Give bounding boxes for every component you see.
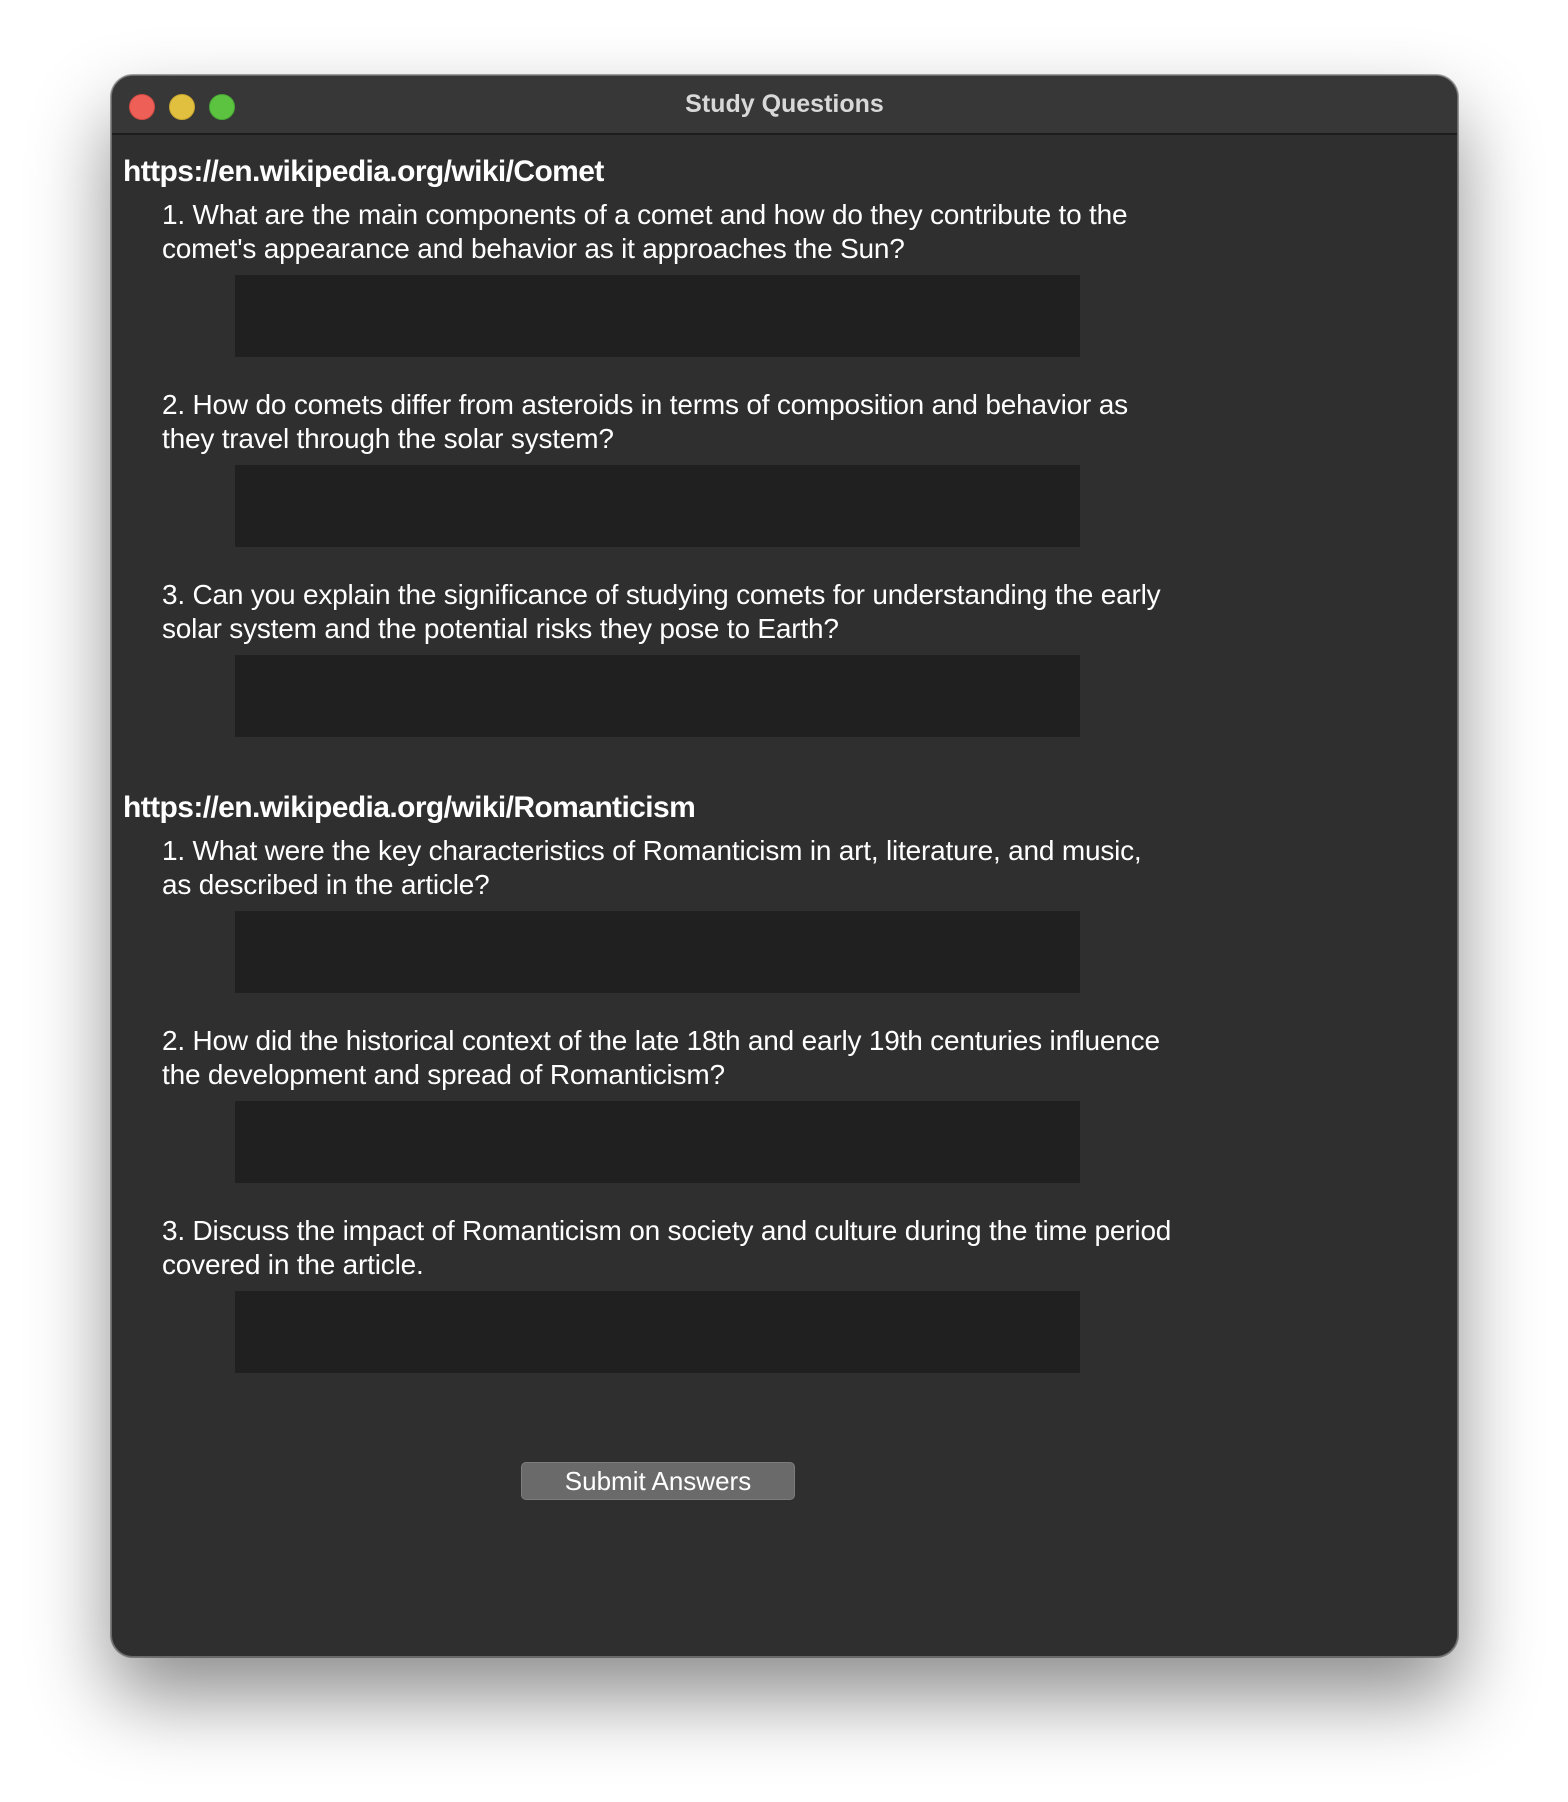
section-url-romanticism: https://en.wikipedia.org/wiki/Romanticis… (123, 791, 696, 824)
title-bar[interactable]: Study Questions (112, 76, 1457, 135)
answer-field[interactable] (235, 465, 1080, 547)
question-text: 2. How do comets differ from asteroids i… (162, 389, 1128, 454)
question-text: 2. How did the historical context of the… (162, 1025, 1160, 1090)
question-text: 1. What are the main components of a com… (162, 199, 1128, 264)
question-text: 3. Discuss the impact of Romanticism on … (162, 1215, 1172, 1280)
submit-answers-button[interactable]: Submit Answers (521, 1462, 795, 1500)
question-text: 3. Can you explain the significance of s… (162, 579, 1161, 644)
question-text: 1. What were the key characteristics of … (162, 835, 1142, 900)
answer-field[interactable] (235, 275, 1080, 357)
study-questions-window: Study Questions https://en.wikipedia.org… (111, 75, 1458, 1657)
window-title: Study Questions (685, 90, 884, 118)
answer-field[interactable] (235, 655, 1080, 737)
answer-field[interactable] (235, 911, 1080, 993)
questions-content: https://en.wikipedia.org/wiki/Comet 1. W… (112, 135, 1457, 1656)
answer-field[interactable] (235, 1291, 1080, 1373)
answer-field[interactable] (235, 1101, 1080, 1183)
section-url-comet: https://en.wikipedia.org/wiki/Comet (123, 155, 604, 188)
